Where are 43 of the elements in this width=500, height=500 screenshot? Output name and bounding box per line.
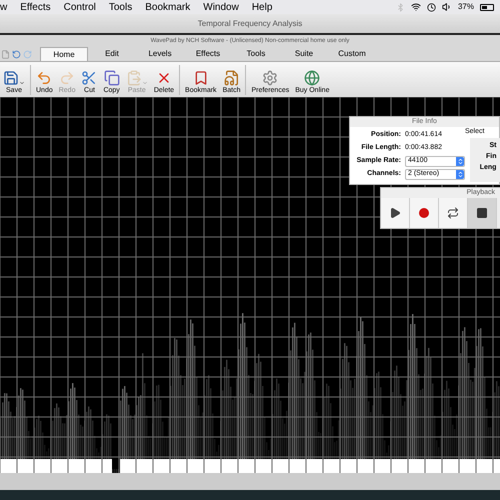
playback-button[interactable] xyxy=(381,198,410,228)
copy-icon xyxy=(104,70,120,86)
caret-icon xyxy=(19,80,25,86)
stepper-icon xyxy=(456,158,464,164)
menu-item[interactable]: Tools xyxy=(108,0,132,14)
document-icon xyxy=(224,70,240,86)
window-title: Temporal Frequency Analysis xyxy=(198,18,302,30)
menu-item[interactable]: Help xyxy=(252,0,272,14)
record-icon xyxy=(419,208,429,218)
wifi-icon[interactable] xyxy=(410,2,421,12)
playback-button[interactable] xyxy=(468,198,497,228)
ribbon-tab[interactable]: Tools xyxy=(232,47,280,61)
menu-item[interactable]: w xyxy=(0,0,8,14)
battery-percent: 37% xyxy=(458,1,474,13)
stop-icon xyxy=(476,207,488,219)
ribbon-tab[interactable]: Suite xyxy=(280,47,328,61)
bookmark-icon xyxy=(192,70,209,86)
volume-icon[interactable] xyxy=(442,2,452,12)
ribbon-tab[interactable]: Edit xyxy=(88,47,136,61)
ribbon-tab[interactable]: Effects xyxy=(184,47,232,61)
clock-icon[interactable] xyxy=(426,2,436,12)
save-icon xyxy=(3,70,19,86)
menu-item[interactable]: Window xyxy=(203,0,239,14)
battery-icon[interactable] xyxy=(480,4,494,10)
clipboard-icon xyxy=(126,70,142,86)
caret-icon xyxy=(142,80,148,86)
loop-icon xyxy=(447,207,459,219)
globe-icon xyxy=(304,70,320,86)
ribbon-tab[interactable]: Custom xyxy=(328,47,376,61)
undo-icon xyxy=(36,70,52,86)
scissors-icon xyxy=(81,70,98,86)
menu-item[interactable]: Effects xyxy=(20,0,51,14)
undo-icon[interactable] xyxy=(12,50,21,58)
playback-button[interactable] xyxy=(410,198,439,228)
menu-item[interactable]: Control xyxy=(64,0,96,14)
gears-icon xyxy=(262,70,278,86)
stepper-icon xyxy=(456,170,464,178)
redo-icon xyxy=(59,70,76,86)
playback-button[interactable] xyxy=(439,198,468,228)
play-icon xyxy=(389,207,401,219)
menu-item[interactable]: Bookmark xyxy=(145,0,190,14)
ribbon-tab[interactable]: Levels xyxy=(136,47,184,61)
ribbon-tab[interactable]: Home xyxy=(40,47,88,61)
